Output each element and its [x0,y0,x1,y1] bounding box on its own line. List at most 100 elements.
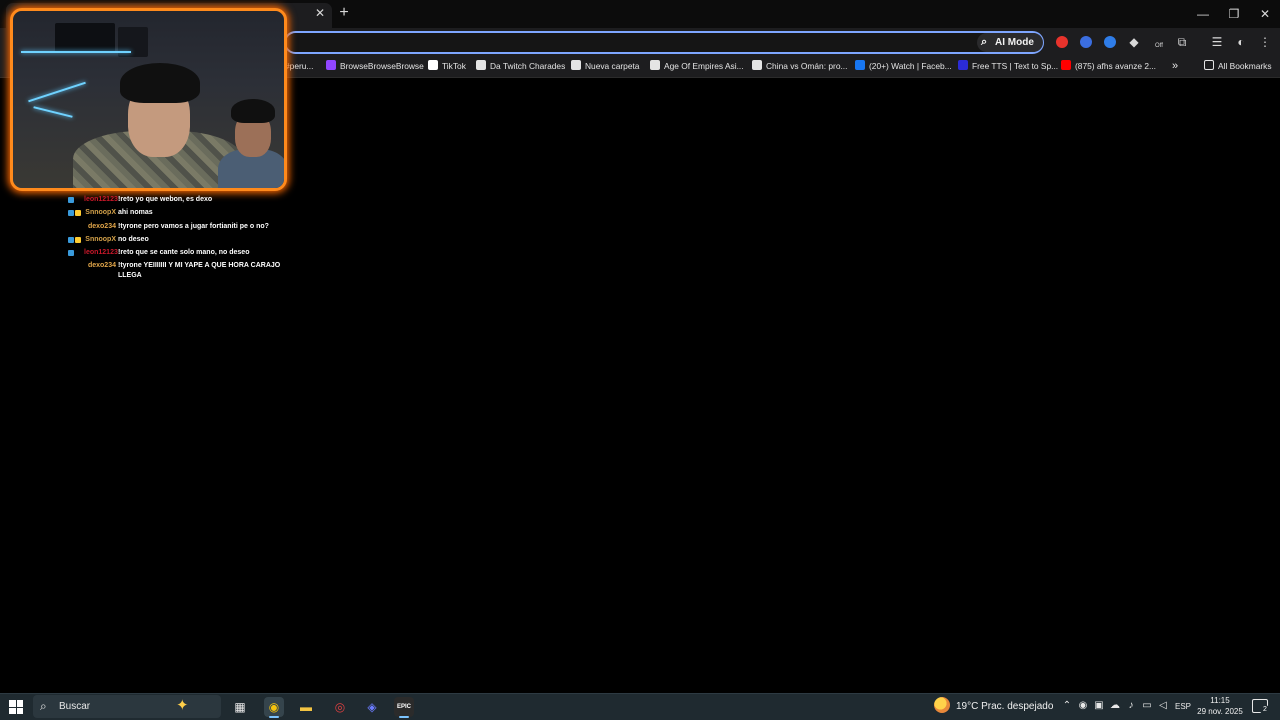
chat-message: SnnoopX ahi nomas [68,208,288,218]
tiktok-icon [428,60,438,70]
tab-close-icon[interactable]: ✕ [313,6,327,20]
browser-menu-icon[interactable]: ⋮ [1258,34,1272,50]
puzzle-icon [476,60,486,70]
profile-avatar-icon[interactable]: ◐ [1234,34,1248,50]
youtube-icon [1061,60,1071,70]
bookmark-label: Da Twitch Charades [490,61,566,71]
chat-badge-icon [68,250,74,257]
notification-count: 2 [1260,705,1270,715]
chat-message: dexo234 !tyrone YEIIIIIII Y MI YAPE A QUE… [68,261,288,281]
bookmark-label: (875) afhs avanze 2... [1075,61,1157,71]
tray-chevron-icon[interactable]: ⌃ [1061,699,1073,713]
discord-icon[interactable]: ◈ [362,697,382,717]
chat-badges [68,235,84,245]
obs-icon[interactable]: ◎ [330,697,350,717]
address-bar[interactable] [284,31,1044,54]
extensions-puzzle-icon[interactable]: ⧉ [1175,34,1189,50]
bookmark-label: (20+) Watch | Faceb... [869,61,952,71]
chat-badge-icon [68,210,74,217]
twitch-icon [326,60,336,70]
language-indicator[interactable]: ESP [1175,701,1191,713]
extension-off-icon[interactable]: Off [1152,38,1166,54]
chat-badges [68,261,84,281]
restore-button[interactable]: ❐ [1226,6,1242,22]
minimize-button[interactable]: — [1195,6,1211,22]
bookmark-item[interactable]: China vs Omán: pro... [752,58,847,75]
epic-games-icon[interactable]: EPIC [394,697,414,717]
close-window-button[interactable]: ✕ [1257,6,1273,22]
bookmark-item[interactable]: Age Of Empires Asi... [650,58,744,75]
chat-text: !tyrone YEIIIIIII Y MI YAPE A QUE HORA C… [118,262,281,280]
tray-cloud-icon[interactable]: ☁ [1109,699,1121,713]
bookmark-item[interactable]: Nueva carpeta [571,58,639,75]
microphone-icon[interactable]: ♪ [1125,699,1137,713]
tts-icon [958,60,968,70]
bookmark-item[interactable]: BrowseBrowseBrowse [326,58,424,75]
chat-username: dexo234 [87,262,116,270]
chat-text: no deseo [118,235,149,243]
extension-blue-icon[interactable] [1080,36,1092,48]
start-button[interactable] [9,700,23,714]
file-explorer-icon[interactable]: ▬ [296,697,316,717]
chat-text: !reto que se cante solo mano, no deseo [118,249,250,257]
network-icon[interactable]: ▭ [1141,699,1153,713]
extension-red-icon[interactable] [1056,36,1068,48]
bookmark-label: TikTok [442,61,466,71]
chat-badge-icon [68,236,74,243]
all-bookmarks-button[interactable]: All Bookmarks [1204,58,1272,75]
chat-badge-icon [68,197,74,203]
ai-search-icon: ⌕ [981,36,988,48]
all-bookmarks-label: All Bookmarks [1218,61,1272,71]
media-controls-icon[interactable]: ☰ [1210,34,1224,50]
chat-badges [68,248,84,258]
volume-icon[interactable]: ◁ [1157,699,1169,713]
chat-message: leon12123 !reto que se cante solo mano, n… [68,248,288,258]
search-icon: ⌕ [40,699,47,713]
chrome-icon[interactable]: ◉ [264,697,284,717]
chat-badges [68,208,84,218]
chat-username: leon12123 [84,249,118,257]
bookmark-label: Age Of Empires Asi... [664,61,744,71]
ai-mode-button[interactable]: ⌕ AI Mode [977,33,1043,52]
weather-icon[interactable] [934,697,950,713]
soccer-icon [752,60,762,70]
webcam-person-hair [120,63,200,103]
bookmark-item[interactable]: (875) afhs avanze 2... [1061,58,1156,75]
tray-record-icon[interactable]: ◉ [1077,699,1089,713]
chat-message: dexo234 !tyrone pero vamos a jugar fortia… [68,222,288,232]
chat-message: leon12123 !reto yo que webon, es dexo [68,195,288,205]
chat-text: !tyrone pero vamos a jugar fortianiti pe… [118,222,269,230]
webcam-overlay [10,8,287,191]
chat-message: SnnoopX no deseo [68,235,288,245]
chat-badges [68,195,84,205]
chat-overlay: leon12123 !reto yo que webon, es dexo Snno… [68,195,288,285]
tray-meet-icon[interactable]: ▣ [1093,699,1105,713]
chat-username: leon12123 [84,196,118,203]
task-view-icon[interactable]: ▦ [230,697,250,717]
search-placeholder: Buscar [59,701,91,712]
bookmark-item[interactable]: Free TTS | Text to Sp... [958,58,1058,75]
extension-vpn-icon[interactable] [1104,36,1116,48]
bookmarks-overflow-icon[interactable]: » [1172,58,1178,75]
bookmark-item[interactable]: Da Twitch Charades [476,58,565,75]
weather-text[interactable]: 19°C Prac. despejado [956,700,1053,714]
ai-mode-label: AI Mode [995,37,1034,48]
new-tab-button[interactable]: + [336,5,352,21]
chat-badges [68,222,84,232]
bookmark-label: Nueva carpeta [585,61,640,71]
clock-time: 11:15 [1210,696,1230,705]
bookmark-item[interactable]: TikTok [428,58,466,75]
extension-diamond-icon[interactable]: ◆ [1127,34,1141,50]
webcam-person2-hair [231,99,275,123]
copilot-sparkle-icon[interactable]: ✦ [176,697,189,715]
chat-badge-icon [75,236,81,243]
webcam-monitor [55,23,115,53]
bookmark-label: Free TTS | Text to Sp... [972,61,1059,71]
chat-username: SnnoopX [85,235,116,243]
bookmark-item[interactable]: (20+) Watch | Faceb... [855,58,952,75]
running-indicator [269,716,279,718]
chat-badge-icon [75,210,81,217]
clock[interactable]: 11:15 29 nov. 2025 [1196,695,1244,717]
chat-text: !reto yo que webon, es dexo [118,196,213,203]
bookmark-label: BrowseBrowseBrowse [340,61,424,71]
